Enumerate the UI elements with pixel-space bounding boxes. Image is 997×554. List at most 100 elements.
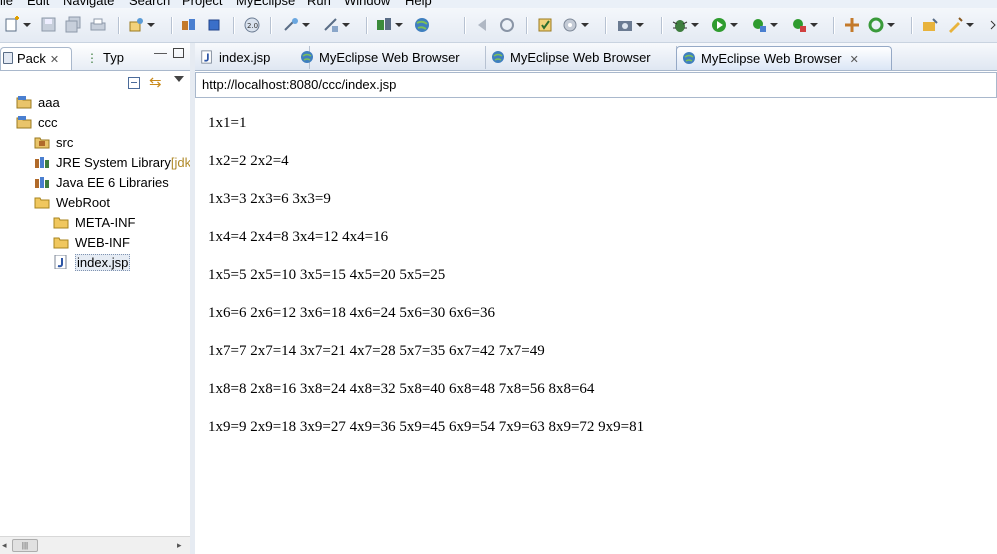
scrollbar-thumb[interactable]: ||| bbox=[12, 539, 38, 552]
view-menu-icon[interactable] bbox=[174, 76, 184, 82]
deploy-project-icon[interactable] bbox=[375, 16, 403, 34]
folder-icon bbox=[53, 237, 69, 249]
tree-item-src[interactable]: src bbox=[34, 133, 73, 153]
multiplication-row: 1x4=4 2x4=8 3x4=12 4x4=16 bbox=[208, 229, 389, 245]
jsp-file-icon bbox=[201, 50, 212, 64]
new-class-icon[interactable] bbox=[843, 16, 861, 34]
tree-item-label: WEB-INF bbox=[75, 235, 130, 250]
tree-item-aaa[interactable]: aaa bbox=[16, 93, 60, 113]
tab-label: MyEclipse Web Browser bbox=[701, 51, 842, 66]
package-explorer-panel: Pack ✕ ⋮ Typ — ⇆ aaa ccc src JRE System Li… bbox=[0, 43, 191, 554]
new-wizard-icon[interactable] bbox=[127, 16, 155, 34]
package-explorer-icon bbox=[3, 52, 13, 64]
open-perspective-icon[interactable] bbox=[921, 16, 939, 34]
editor-area: index.jsp MyEclipse Web Browser MyEclips… bbox=[195, 43, 997, 554]
tree-item-javaee-libraries[interactable]: Java EE 6 Libraries bbox=[34, 173, 169, 193]
menu-window[interactable]: Window bbox=[344, 0, 390, 8]
run-config-icon[interactable] bbox=[750, 16, 778, 34]
tree-item-label: src bbox=[56, 135, 74, 150]
tab-web-browser-2[interactable]: MyEclipse Web Browser bbox=[486, 46, 677, 69]
menu-navigate[interactable]: Navigate bbox=[63, 0, 114, 8]
open-type-icon[interactable] bbox=[180, 16, 198, 34]
new-icon[interactable] bbox=[3, 16, 31, 34]
tree-item-webroot[interactable]: WebRoot bbox=[34, 193, 110, 213]
tree-item-label: ccc bbox=[38, 115, 58, 130]
url-bar bbox=[195, 72, 997, 98]
settings-gear-icon[interactable] bbox=[561, 16, 589, 34]
tree-item-ccc[interactable]: ccc bbox=[16, 113, 58, 133]
tree-item-web-inf[interactable]: WEB-INF bbox=[53, 233, 130, 253]
tab-package-explorer-label: Pack bbox=[17, 51, 46, 66]
tab-type-hierarchy[interactable]: ⋮ Typ bbox=[86, 47, 124, 69]
source-folder-icon bbox=[34, 137, 50, 149]
tab-web-browser-3[interactable]: MyEclipse Web Browser ✕ bbox=[676, 46, 892, 70]
menu-run[interactable]: Run bbox=[307, 0, 331, 8]
multiplication-row: 1x8=8 2x8=16 3x8=24 4x8=32 5x8=40 6x8=48… bbox=[208, 381, 595, 397]
library-icon bbox=[35, 157, 49, 168]
globe-icon bbox=[301, 51, 313, 63]
folder-icon bbox=[34, 197, 50, 209]
scroll-left-icon[interactable]: ◂ bbox=[2, 540, 7, 551]
url-input[interactable] bbox=[202, 73, 982, 97]
project-icon bbox=[16, 96, 32, 109]
more-icon[interactable] bbox=[985, 16, 997, 34]
menu-bar: ile Edit Navigate Search Project MyEclip… bbox=[0, 0, 997, 8]
tree-item-label: Java EE 6 Libraries bbox=[56, 175, 169, 190]
jsp-file-icon bbox=[54, 255, 67, 269]
tree-item-label: aaa bbox=[38, 95, 60, 110]
tab-type-hierarchy-label: Typ bbox=[103, 50, 124, 65]
tree-item-extra: [jdk bbox=[170, 155, 192, 170]
multiplication-row: 1x5=5 2x5=10 3x5=15 4x5=20 5x5=25 bbox=[208, 267, 446, 283]
main-toolbar: 2.0 bbox=[0, 8, 997, 43]
left-panel-tabs: Pack ✕ ⋮ Typ — bbox=[0, 43, 190, 71]
package-icon[interactable] bbox=[205, 16, 223, 34]
menu-edit[interactable]: Edit bbox=[27, 0, 49, 8]
close-icon[interactable]: ✕ bbox=[50, 54, 59, 66]
server-2.0-icon[interactable]: 2.0 bbox=[243, 16, 261, 34]
type-hierarchy-icon: ⋮ bbox=[86, 51, 98, 65]
tree-item-index-jsp[interactable]: index.jsp bbox=[53, 253, 131, 273]
run-icon[interactable] bbox=[710, 16, 738, 34]
collapse-all-icon[interactable] bbox=[128, 77, 140, 89]
close-icon[interactable]: ✕ bbox=[850, 54, 859, 66]
print-icon[interactable] bbox=[89, 16, 107, 34]
annotation-icon[interactable] bbox=[946, 16, 974, 34]
tree-item-label: WebRoot bbox=[56, 195, 110, 210]
horizontal-scrollbar[interactable]: ◂ ||| ▸ bbox=[0, 536, 190, 554]
history-icon[interactable] bbox=[498, 16, 516, 34]
link-with-editor-icon[interactable]: ⇆ bbox=[149, 73, 162, 91]
tree-item-meta-inf[interactable]: META-INF bbox=[53, 213, 135, 233]
menu-myeclipse[interactable]: MyEclipse bbox=[236, 0, 295, 8]
menu-project[interactable]: Project bbox=[182, 0, 222, 8]
tab-label: index.jsp bbox=[219, 50, 271, 65]
multiplication-row: 1x6=6 2x6=12 3x6=18 4x6=24 5x6=30 6x6=36 bbox=[208, 305, 496, 321]
library-icon bbox=[35, 177, 49, 188]
globe-icon bbox=[492, 51, 504, 63]
menu-search[interactable]: Search bbox=[129, 0, 170, 8]
external-tools-icon[interactable] bbox=[790, 16, 818, 34]
refresh-icon[interactable] bbox=[867, 16, 895, 34]
folder-icon bbox=[53, 217, 69, 229]
debug-icon[interactable] bbox=[671, 16, 699, 34]
maximize-icon[interactable] bbox=[173, 48, 184, 58]
scroll-right-icon[interactable]: ▸ bbox=[177, 540, 182, 551]
save-icon[interactable] bbox=[40, 16, 58, 34]
tab-web-browser-1[interactable]: MyEclipse Web Browser bbox=[295, 46, 486, 69]
multiplication-row: 1x1=1 bbox=[208, 115, 247, 131]
task-icon[interactable] bbox=[536, 16, 554, 34]
screenshot-icon[interactable] bbox=[616, 16, 644, 34]
deploy-icon[interactable] bbox=[282, 16, 310, 34]
save-all-icon[interactable] bbox=[65, 16, 83, 34]
tree-item-jre-library[interactable]: JRE System Library[jdk bbox=[34, 153, 191, 173]
multiplication-row: 1x3=3 2x3=6 3x3=9 bbox=[208, 191, 331, 207]
menu-help[interactable]: Help bbox=[405, 0, 432, 8]
run-server-icon[interactable] bbox=[322, 16, 350, 34]
tab-label: MyEclipse Web Browser bbox=[510, 50, 651, 65]
menu-file[interactable]: ile bbox=[0, 0, 13, 8]
tab-index-jsp[interactable]: index.jsp bbox=[195, 46, 310, 69]
minimize-icon[interactable]: — bbox=[154, 45, 167, 60]
browser-globe-icon[interactable] bbox=[413, 16, 431, 34]
tree-item-label: JRE System Library bbox=[56, 155, 171, 170]
tab-package-explorer[interactable]: Pack ✕ bbox=[0, 47, 72, 70]
back-arrow-icon[interactable] bbox=[474, 16, 492, 34]
